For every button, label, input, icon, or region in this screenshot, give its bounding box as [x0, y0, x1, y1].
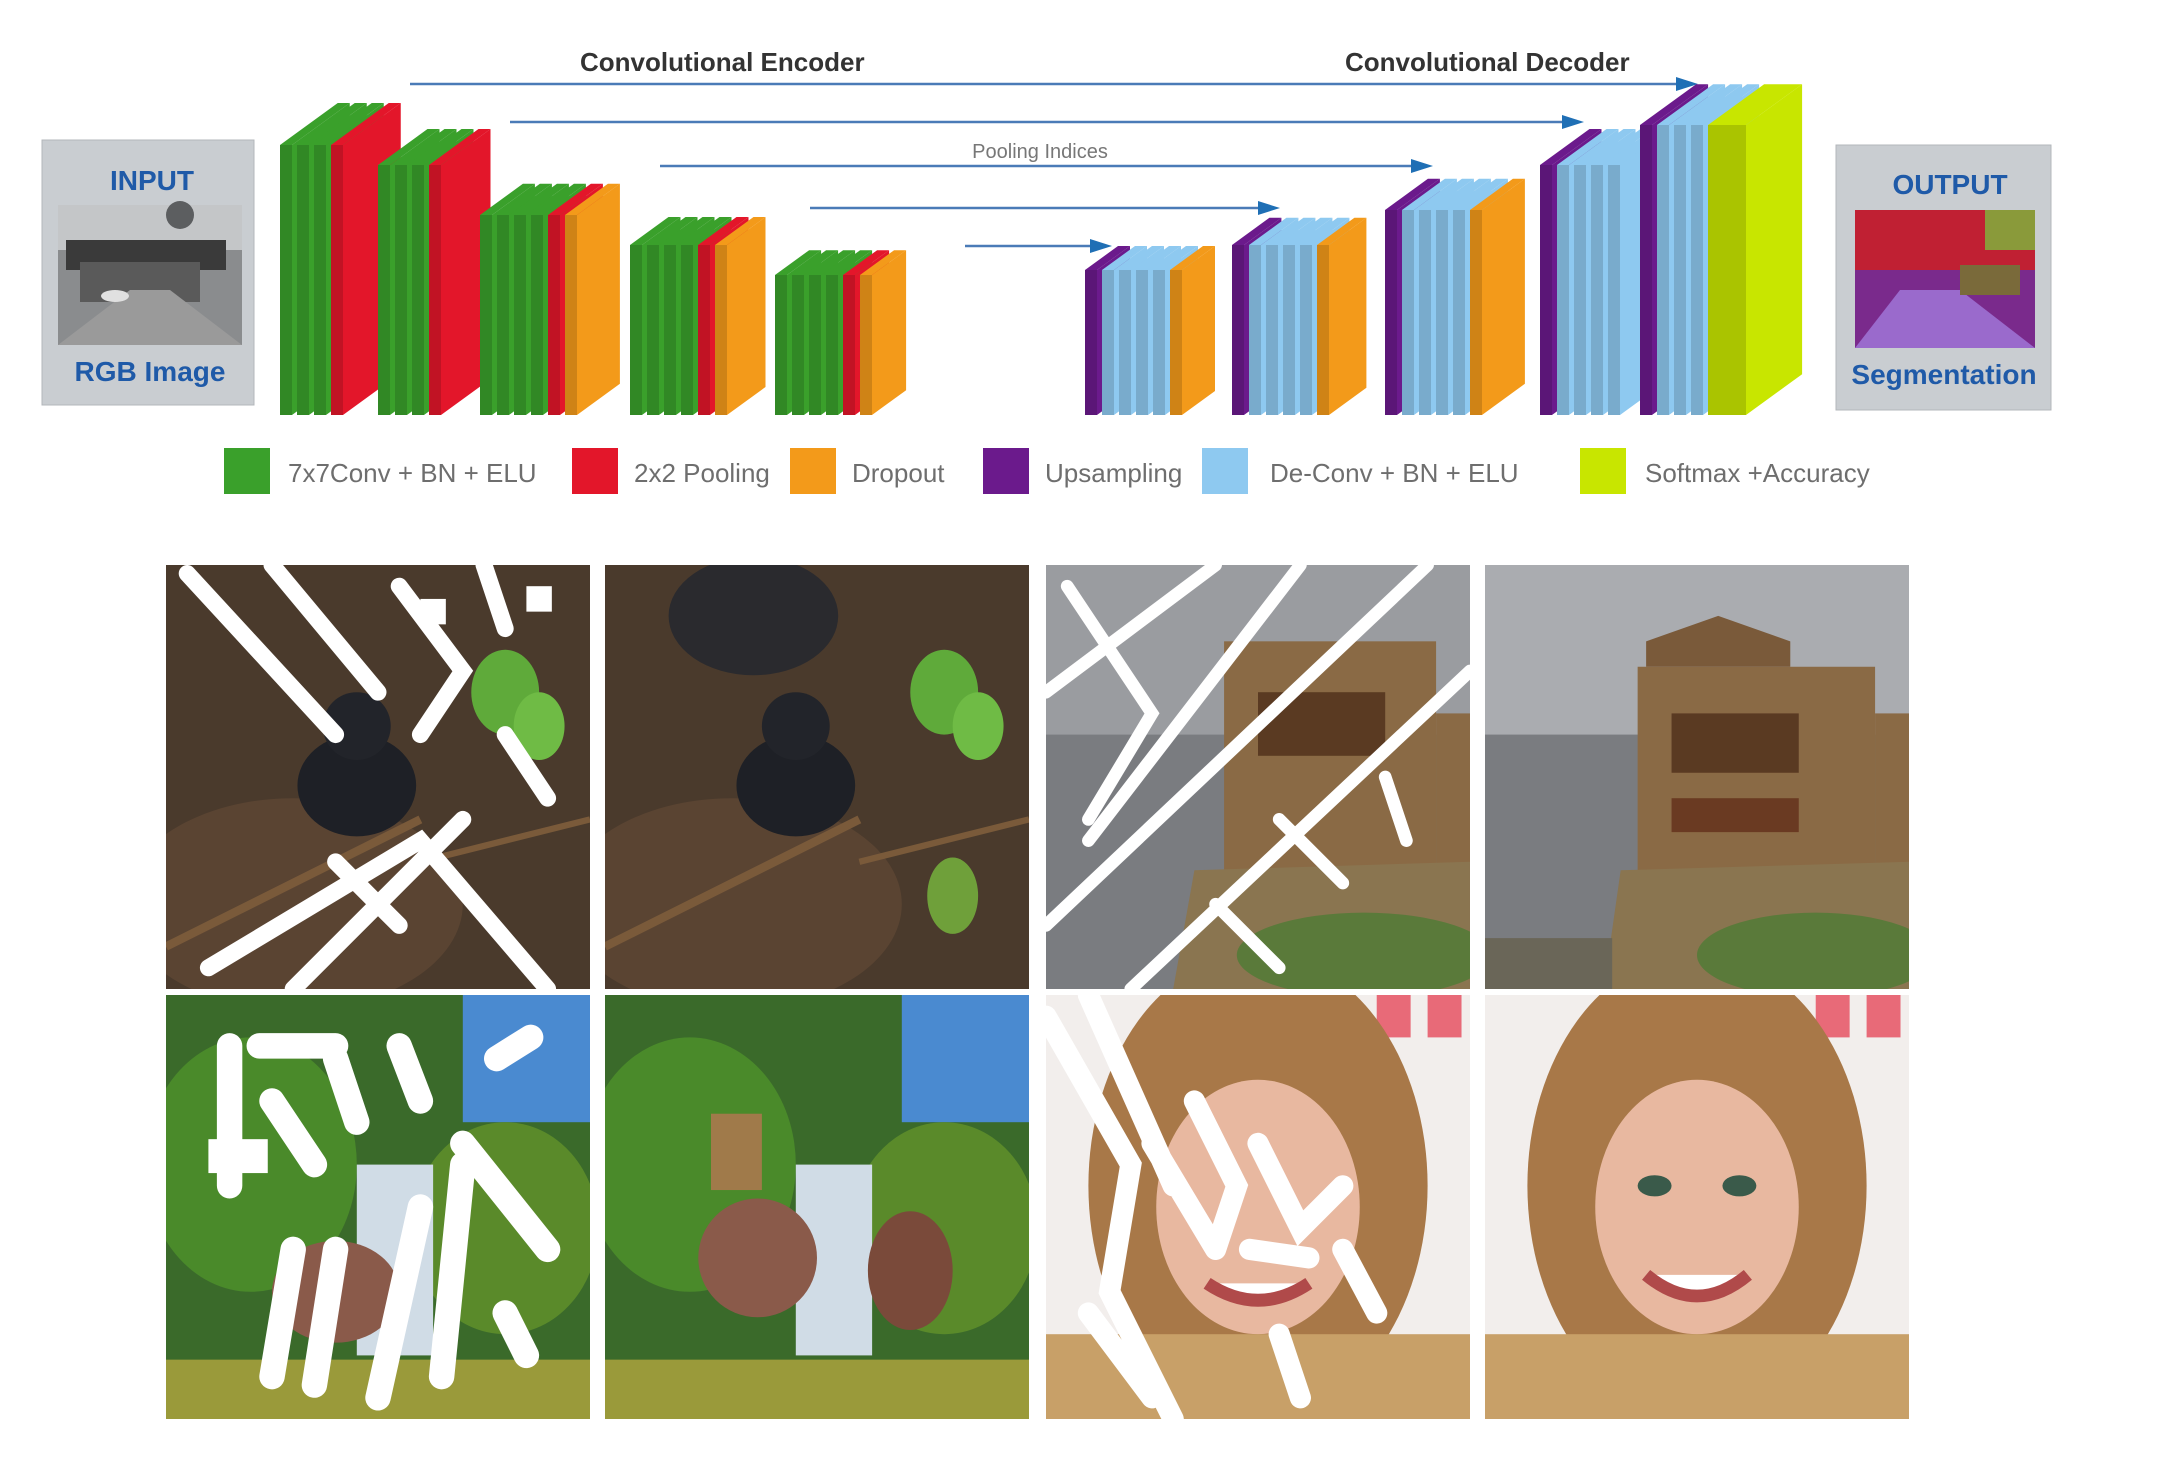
encoder-title: Convolutional Encoder — [580, 47, 865, 77]
input-photo — [58, 201, 242, 345]
legend-label-dropout: Dropout — [852, 458, 945, 488]
layer-slab-dropout — [1170, 246, 1215, 415]
legend-label-deconv: De-Conv + BN + ELU — [1270, 458, 1519, 488]
legend-label-conv: 7x7Conv + BN + ELU — [288, 458, 537, 488]
decoder-title: Convolutional Decoder — [1345, 47, 1630, 77]
beetle-masked-image — [166, 565, 590, 989]
layer-slab-dropout — [715, 217, 766, 415]
face-restored-image — [1485, 995, 1909, 1419]
input-caption: RGB Image — [75, 356, 226, 387]
segmentation-map — [1855, 210, 2035, 348]
building-masked-image — [1046, 565, 1470, 989]
legend-label-upsampling: Upsampling — [1045, 458, 1182, 488]
layer-slab-dropout — [1470, 178, 1525, 415]
face-masked-image — [1046, 995, 1470, 1419]
legend-swatch-pooling — [572, 448, 618, 494]
network-layers — [280, 84, 1803, 415]
input-panel: INPUT RGB Image — [41, 139, 255, 406]
legend: 7x7Conv + BN + ELU 2x2 Pooling Dropout U… — [224, 448, 1870, 494]
segnet-architecture-diagram: INPUT RGB Image OUTPUT Segmentation Conv… — [41, 47, 2052, 494]
legend-swatch-deconv — [1202, 448, 1248, 494]
legend-label-softmax: Softmax +Accuracy — [1645, 458, 1870, 488]
legend-label-pooling: 2x2 Pooling — [634, 458, 770, 488]
legend-swatch-dropout — [790, 448, 836, 494]
output-caption: Segmentation — [1851, 359, 2036, 390]
output-title: OUTPUT — [1892, 169, 2007, 200]
beetle-restored-image — [605, 565, 1029, 989]
legend-swatch-softmax — [1580, 448, 1626, 494]
layer-slab-dropout — [1317, 217, 1367, 415]
waterfall-masked-image — [166, 995, 590, 1419]
input-title: INPUT — [110, 165, 194, 196]
layer-slab-softmax — [1708, 84, 1803, 415]
layer-slab-dropout — [565, 183, 620, 415]
pooling-indices-label: Pooling Indices — [972, 141, 1108, 163]
waterfall-restored-image — [605, 995, 1029, 1419]
legend-swatch-upsampling — [983, 448, 1029, 494]
output-panel: OUTPUT Segmentation — [1835, 144, 2052, 411]
legend-swatch-conv — [224, 448, 270, 494]
layer-slab-dropout — [860, 250, 907, 415]
building-restored-image — [1485, 565, 1909, 989]
